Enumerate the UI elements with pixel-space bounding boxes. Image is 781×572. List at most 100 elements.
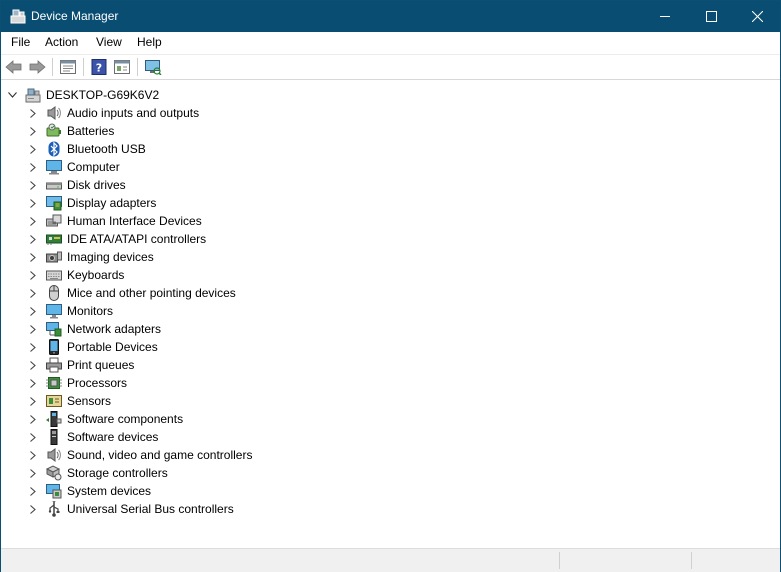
status-bar [1, 548, 780, 572]
printer-icon [46, 357, 62, 373]
storage-controller-icon [46, 465, 62, 481]
tree-item[interactable]: Software components [28, 410, 183, 428]
bluetooth-icon [46, 141, 62, 157]
tree-item[interactable]: Monitors [28, 302, 113, 320]
properties-icon [60, 60, 76, 74]
ide-controller-icon [46, 231, 62, 247]
tree-item[interactable]: Sound, video and game controllers [28, 446, 252, 464]
properties-button[interactable] [58, 57, 78, 77]
chevron-right-icon[interactable] [28, 230, 38, 248]
tree-item[interactable]: Mice and other pointing devices [28, 284, 236, 302]
tree-item[interactable]: Network adapters [28, 320, 161, 338]
toolbar-separator [52, 58, 53, 76]
chevron-right-icon[interactable] [28, 194, 38, 212]
tree-item[interactable]: Keyboards [28, 266, 124, 284]
tree-item-label: Bluetooth USB [67, 142, 146, 156]
tree-item[interactable]: Sensors [28, 392, 111, 410]
processor-icon [46, 375, 62, 391]
tree-item[interactable]: Software devices [28, 428, 158, 446]
tree-item-label: Keyboards [67, 268, 125, 282]
chevron-right-icon[interactable] [28, 302, 38, 320]
chevron-right-icon[interactable] [28, 500, 38, 518]
chevron-right-icon[interactable] [28, 284, 38, 302]
chevron-right-icon[interactable] [28, 392, 38, 410]
maximize-button[interactable] [688, 1, 734, 32]
status-separator [691, 552, 692, 569]
tree-item[interactable]: Computer [28, 158, 120, 176]
mouse-icon [46, 285, 62, 301]
chevron-right-icon[interactable] [28, 338, 38, 356]
tree-item[interactable]: Audio inputs and outputs [28, 104, 199, 122]
minimize-button[interactable] [642, 1, 688, 32]
chevron-right-icon[interactable] [28, 320, 38, 338]
chevron-right-icon[interactable] [28, 446, 38, 464]
toolbar: ? [1, 55, 780, 80]
tree-item[interactable]: Storage controllers [28, 464, 168, 482]
network-icon [46, 321, 62, 337]
tree-item-label: Software components [67, 412, 184, 426]
tree-item[interactable]: Portable Devices [28, 338, 158, 356]
computer-icon [46, 159, 62, 175]
display-adapter-icon [46, 195, 62, 211]
tree-item[interactable]: Imaging devices [28, 248, 154, 266]
menu-file[interactable]: File [11, 35, 30, 49]
tree-item-label: Human Interface Devices [67, 214, 202, 228]
device-tree[interactable]: DESKTOP-G69K6V2 Audio inputs and outputs… [1, 83, 780, 548]
tree-root[interactable]: DESKTOP-G69K6V2 [7, 86, 159, 104]
title-bar[interactable]: Device Manager [1, 1, 780, 32]
tree-item[interactable]: Disk drives [28, 176, 126, 194]
battery-icon [46, 123, 62, 139]
back-icon [5, 60, 22, 74]
chevron-right-icon[interactable] [28, 482, 38, 500]
tree-item-label: Print queues [67, 358, 135, 372]
tree-item[interactable]: Processors [28, 374, 127, 392]
menu-view[interactable]: View [96, 35, 122, 49]
chevron-right-icon[interactable] [28, 176, 38, 194]
chevron-down-icon[interactable] [7, 86, 17, 104]
help-icon: ? [91, 59, 107, 75]
tree-item-label: Display adapters [67, 196, 157, 210]
chevron-right-icon[interactable] [28, 374, 38, 392]
scan-hardware-button[interactable] [143, 57, 163, 77]
menu-bar: File Action View Help [1, 32, 780, 55]
update-driver-icon [114, 60, 130, 74]
sensor-icon [46, 393, 62, 409]
chevron-right-icon[interactable] [28, 266, 38, 284]
tree-item[interactable]: Human Interface Devices [28, 212, 202, 230]
chevron-right-icon[interactable] [28, 356, 38, 374]
tree-item-label: Audio inputs and outputs [67, 106, 200, 120]
tree-item-label: Portable Devices [67, 340, 158, 354]
chevron-right-icon[interactable] [28, 428, 38, 446]
tree-item-label: Monitors [67, 304, 114, 318]
computer-root-icon [25, 87, 41, 103]
maximize-icon [705, 11, 717, 22]
chevron-right-icon[interactable] [28, 140, 38, 158]
tree-item[interactable]: Batteries [28, 122, 114, 140]
back-button[interactable] [4, 57, 24, 77]
help-button[interactable]: ? [89, 57, 109, 77]
tree-item[interactable]: IDE ATA/ATAPI controllers [28, 230, 206, 248]
menu-help[interactable]: Help [137, 35, 162, 49]
toolbar-separator [137, 58, 138, 76]
portable-device-icon [46, 339, 62, 355]
forward-button[interactable] [27, 57, 47, 77]
minimize-icon [659, 16, 670, 17]
menu-action[interactable]: Action [45, 35, 78, 49]
chevron-right-icon[interactable] [28, 122, 38, 140]
tree-item-label: Sound, video and game controllers [67, 448, 253, 462]
tree-item[interactable]: Print queues [28, 356, 134, 374]
tree-item-label: Mice and other pointing devices [67, 286, 236, 300]
tree-item[interactable]: Universal Serial Bus controllers [28, 500, 234, 518]
chevron-right-icon[interactable] [28, 464, 38, 482]
tree-item[interactable]: Bluetooth USB [28, 140, 146, 158]
chevron-right-icon[interactable] [28, 248, 38, 266]
chevron-right-icon[interactable] [28, 212, 38, 230]
update-driver-button[interactable] [112, 57, 132, 77]
close-button[interactable] [734, 1, 780, 32]
tree-item[interactable]: Display adapters [28, 194, 156, 212]
tree-item[interactable]: System devices [28, 482, 151, 500]
chevron-right-icon[interactable] [28, 104, 38, 122]
keyboard-icon [46, 267, 62, 283]
chevron-right-icon[interactable] [28, 158, 38, 176]
chevron-right-icon[interactable] [28, 410, 38, 428]
